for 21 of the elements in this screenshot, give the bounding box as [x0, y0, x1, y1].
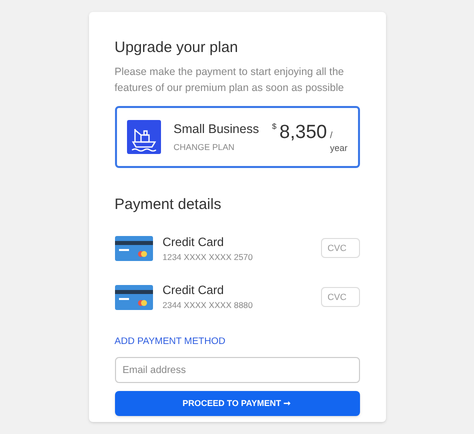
add-payment-link[interactable]: ADD PAYMENT METHOD [114, 335, 226, 350]
plan-card[interactable]: Small Business CHANGE PLAN $8,350/ year [114, 106, 360, 168]
credit-card-icon [114, 236, 152, 261]
card-number: 2344 XXXX XXXX 8880 [162, 299, 254, 312]
email-field[interactable]: Email address [114, 357, 360, 384]
cvc-field[interactable]: CVC [320, 238, 360, 258]
change-plan-link[interactable]: CHANGE PLAN [174, 141, 259, 154]
credit-card-icon [114, 284, 152, 310]
ship-icon [126, 120, 160, 154]
description: Please make the payment to start enjoying all the features of our premium plan as soon as possible [114, 65, 345, 96]
price-period: / year [330, 128, 348, 155]
cvc-field[interactable]: CVC [320, 287, 360, 308]
plan-price: 8,350 [279, 120, 327, 144]
page-title: Upgrade your plan [114, 38, 239, 58]
plan-name: Small Business [174, 121, 259, 138]
card-name: Credit Card [162, 282, 225, 298]
proceed-button[interactable]: PROCEED TO PAYMENT ➞ [114, 391, 360, 416]
card-number: 1234 XXXX XXXX 2570 [162, 250, 254, 264]
section-title: Payment details [114, 195, 222, 215]
card-name: Credit Card [162, 234, 225, 250]
currency-symbol: $ [272, 120, 276, 132]
